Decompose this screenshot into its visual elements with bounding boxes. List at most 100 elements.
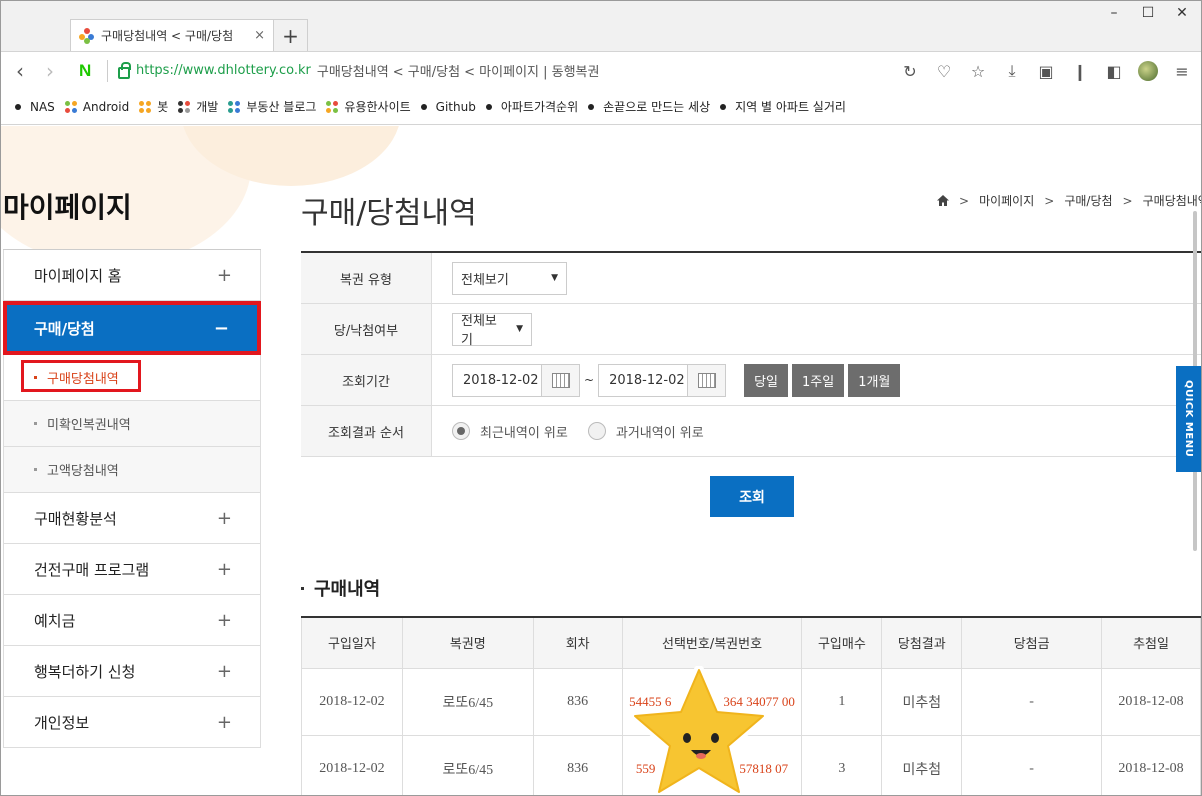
quick-menu-tab[interactable]: QUICK MENU [1176, 366, 1201, 472]
sidebar-item-deposit[interactable]: 예치금 + [3, 595, 261, 646]
plus-icon: + [216, 711, 232, 733]
breadcrumb-mypage[interactable]: 마이페이지 [979, 192, 1034, 209]
period-label: 조회기간 [301, 355, 432, 405]
address-bar: ‹ › N https://www.dhlottery.co.kr 구매당첨내역… [1, 51, 1201, 89]
calendar-icon[interactable] [687, 364, 726, 396]
col-prize: 당첨금 [961, 616, 1103, 669]
dot-icon [720, 103, 727, 110]
url-field[interactable]: https://www.dhlottery.co.kr [136, 63, 311, 78]
dropdown-arrow-icon: ▼ [551, 273, 558, 283]
breadcrumb-current: 구매당첨내역 [1142, 194, 1201, 208]
sidebar-item-mypage-home[interactable]: 마이페이지 홈 + [3, 250, 261, 301]
reload-icon[interactable]: ↻ [897, 58, 923, 84]
plus-icon: + [216, 558, 232, 580]
breadcrumb: > 마이페이지 > 구매/당첨 > 구매당첨내역 [937, 192, 1201, 209]
bookmark-android[interactable]: Android [64, 100, 129, 114]
sidebar-item-happiness[interactable]: 행복더하기 신청 + [3, 646, 261, 697]
col-purchase-date: 구입일자 [301, 616, 403, 669]
bookmark-github[interactable]: Github [420, 100, 476, 114]
star-emoji-sticker [630, 666, 768, 795]
table-header-row: 구입일자 복권명 회차 선택번호/복권번호 구입매수 당첨결과 당첨금 추첨일 [301, 616, 1201, 669]
minimize-icon[interactable]: – [1099, 5, 1129, 21]
dhlottery-favicon-icon [79, 27, 95, 44]
col-result: 당첨결과 [881, 616, 963, 669]
page-title-in-address: 구매당첨내역 < 구매/당첨 < 마이페이지 | 동행복권 [316, 65, 600, 80]
lock-icon[interactable] [118, 61, 131, 79]
capture-icon[interactable]: ▣ [1033, 58, 1059, 84]
sidebar-item-analysis[interactable]: 구매현황분석 + [3, 493, 261, 544]
period-week-button[interactable]: 1주일 [791, 363, 845, 397]
back-icon[interactable]: ‹ [5, 59, 35, 83]
folder-grid-icon [326, 100, 339, 113]
sidebar-item-personal-info[interactable]: 개인정보 + [3, 697, 261, 748]
reader-icon[interactable]: ❙ [1067, 58, 1093, 84]
radio-checked-icon [452, 422, 470, 440]
star-icon[interactable]: ☆ [965, 58, 991, 84]
bookmark-apt-trade[interactable]: 지역 별 아파트 실거리 [720, 98, 846, 115]
naver-logo-icon[interactable]: N [79, 61, 97, 80]
folder-grid-icon [64, 100, 77, 113]
purchase-list-title: 구매내역 [301, 575, 380, 601]
calendar-icon[interactable] [541, 364, 579, 396]
close-window-icon[interactable]: ✕ [1167, 5, 1197, 21]
order-label: 조회결과 순서 [301, 406, 432, 456]
sidebar-subitem-unchecked[interactable]: 미확인복권내역 [3, 401, 261, 447]
sidebar-icon[interactable]: ◧ [1101, 58, 1127, 84]
tab-bar: 구매당첨내역 < 구매/당첨 × + – ☐ ✕ [1, 1, 1201, 51]
bookmark-bot[interactable]: 봇 [139, 98, 168, 115]
bookmark-apt-rank[interactable]: 아파트가격순위 [485, 98, 578, 115]
folder-grid-icon [228, 100, 241, 113]
bookmarks-bar: NAS Android 봇 개발 부동산 블로그 유용한사이트 Github 아… [1, 89, 1201, 125]
profile-avatar[interactable] [1135, 58, 1161, 84]
pocket-icon[interactable]: ♡ [931, 58, 957, 84]
period-month-button[interactable]: 1개월 [848, 363, 901, 397]
bookmark-dev[interactable]: 개발 [178, 98, 218, 115]
sidebar-nav: 마이페이지 홈 + 구매/당첨 − 구매당첨내역 미확인복권내역 고액당첨내역 구매… [3, 249, 261, 748]
sidebar-subitem-high-prize[interactable]: 고액당첨내역 [3, 447, 261, 493]
minus-icon: − [213, 317, 229, 339]
order-recent-radio[interactable]: 최근내역이 위로 [452, 422, 568, 441]
close-tab-icon[interactable]: × [254, 28, 265, 43]
dot-icon [420, 103, 427, 110]
plus-icon: + [216, 609, 232, 631]
col-lottery-name: 복권명 [401, 616, 534, 669]
col-numbers: 선택번호/복권번호 [621, 616, 803, 669]
bookmark-useful[interactable]: 유용한사이트 [326, 98, 411, 115]
col-draw-date: 추첨일 [1101, 616, 1201, 669]
new-tab-button[interactable]: + [274, 19, 308, 51]
win-status-label: 당/낙첨여부 [301, 304, 432, 354]
sidebar-title: 마이페이지 [3, 191, 132, 224]
browser-tab[interactable]: 구매당첨내역 < 구매/당첨 × [70, 19, 274, 51]
col-quantity: 구입매수 [801, 616, 883, 669]
page-title: 구매/당첨내역 [301, 196, 477, 231]
sidebar-item-purchase-win[interactable]: 구매/당첨 − [3, 301, 261, 355]
lottery-type-select[interactable]: 전체보기 ▼ [452, 261, 567, 295]
col-round: 회차 [532, 616, 623, 669]
date-to-field[interactable]: 2018-12-02 [598, 363, 727, 397]
dot-icon [588, 103, 595, 110]
sidebar-item-healthy-purchase[interactable]: 건전구매 프로그램 + [3, 544, 261, 595]
search-form: 복권 유형 전체보기 ▼ 당/낙첨여부 전체보기 ▼ 조회기간 2018-12-02… [301, 251, 1201, 457]
download-icon[interactable]: ⤓ [999, 58, 1025, 84]
win-status-select[interactable]: 전체보기 ▼ [452, 312, 532, 348]
maximize-icon[interactable]: ☐ [1133, 5, 1163, 21]
bookmark-realestate[interactable]: 부동산 블로그 [228, 98, 316, 115]
forward-icon[interactable]: › [35, 59, 65, 83]
folder-grid-icon [178, 100, 191, 113]
bookmark-nas[interactable]: NAS [15, 100, 55, 114]
breadcrumb-purchase-win[interactable]: 구매/당첨 [1064, 192, 1112, 209]
date-from-field[interactable]: 2018-12-02 [452, 363, 580, 397]
sidebar-subitem-purchase-history[interactable]: 구매당첨내역 [3, 355, 261, 401]
plus-icon: + [216, 660, 232, 682]
search-button[interactable]: 조회 [710, 476, 794, 517]
home-icon[interactable] [937, 195, 949, 206]
menu-icon[interactable]: ≡ [1169, 58, 1195, 84]
browser-window: 구매당첨내역 < 구매/당첨 × + – ☐ ✕ ‹ › N https://w… [0, 0, 1202, 796]
plus-icon: + [216, 264, 232, 286]
order-old-radio[interactable]: 과거내역이 위로 [587, 422, 704, 441]
period-today-button[interactable]: 당일 [744, 363, 788, 397]
bookmark-fingertip[interactable]: 손끝으로 만드는 세상 [588, 98, 710, 115]
tab-title: 구매당첨내역 < 구매/당첨 [101, 29, 234, 43]
plus-icon: + [216, 507, 232, 529]
dot-icon [15, 103, 21, 110]
